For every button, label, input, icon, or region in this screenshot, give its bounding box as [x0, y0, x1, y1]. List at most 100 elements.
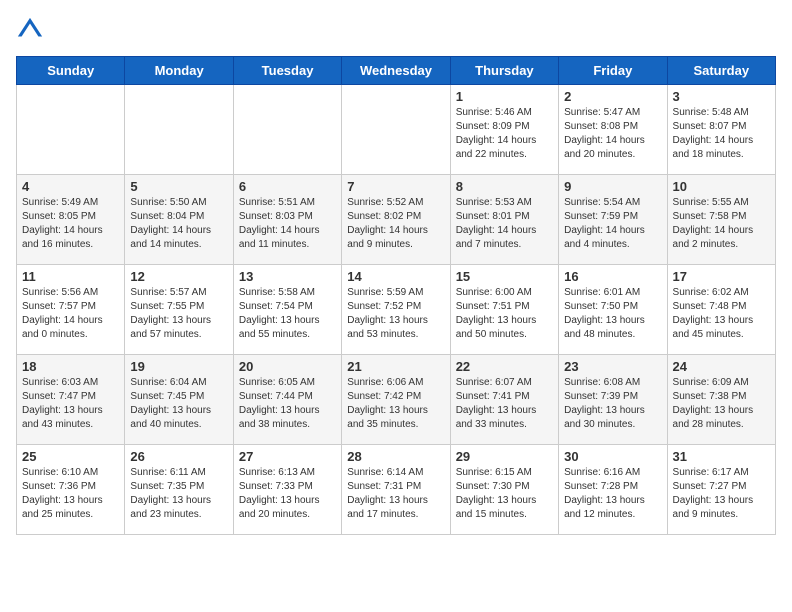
day-info: Sunrise: 6:01 AM Sunset: 7:50 PM Dayligh… — [564, 286, 661, 342]
calendar-cell: 10 Sunrise: 5:55 AM Sunset: 7:58 PM Dayli… — [667, 175, 775, 265]
calendar-cell: 25 Sunrise: 6:10 AM Sunset: 7:36 PM Dayli… — [17, 445, 125, 535]
day-info: Sunrise: 5:52 AM Sunset: 8:02 PM Dayligh… — [347, 196, 444, 252]
day-info: Sunrise: 6:05 AM Sunset: 7:44 PM Dayligh… — [239, 376, 336, 432]
day-number: 8 — [456, 179, 553, 194]
calendar-cell: 20 Sunrise: 6:05 AM Sunset: 7:44 PM Dayli… — [233, 355, 341, 445]
calendar-cell: 19 Sunrise: 6:04 AM Sunset: 7:45 PM Dayli… — [125, 355, 233, 445]
calendar-cell: 17 Sunrise: 6:02 AM Sunset: 7:48 PM Dayli… — [667, 265, 775, 355]
day-number: 28 — [347, 449, 444, 464]
day-number: 7 — [347, 179, 444, 194]
week-row-3: 11 Sunrise: 5:56 AM Sunset: 7:57 PM Dayli… — [17, 265, 776, 355]
day-number: 14 — [347, 269, 444, 284]
day-info: Sunrise: 5:49 AM Sunset: 8:05 PM Dayligh… — [22, 196, 119, 252]
week-row-4: 18Sunrise: 6:03 AM Sunset: 7:47 PM Dayli… — [17, 355, 776, 445]
calendar-cell — [233, 85, 341, 175]
day-info: Sunrise: 5:58 AM Sunset: 7:54 PM Dayligh… — [239, 286, 336, 342]
calendar-cell: 13 Sunrise: 5:58 AM Sunset: 7:54 PM Dayli… — [233, 265, 341, 355]
calendar-cell: 30 Sunrise: 6:16 AM Sunset: 7:28 PM Dayli… — [559, 445, 667, 535]
calendar-header: SundayMondayTuesdayWednesdayThursdayFrid… — [17, 57, 776, 85]
day-info: Sunrise: 6:09 AM Sunset: 7:38 PM Dayligh… — [673, 376, 770, 432]
day-info: Sunrise: 6:16 AM Sunset: 7:28 PM Dayligh… — [564, 466, 661, 522]
day-info: Sunrise: 5:59 AM Sunset: 7:52 PM Dayligh… — [347, 286, 444, 342]
header-monday: Monday — [125, 57, 233, 85]
day-info: Sunrise: 6:13 AM Sunset: 7:33 PM Dayligh… — [239, 466, 336, 522]
calendar-cell: 27Sunrise: 6:13 AM Sunset: 7:33 PM Dayli… — [233, 445, 341, 535]
calendar-cell: 1 Sunrise: 5:46 AM Sunset: 8:09 PM Daylig… — [450, 85, 558, 175]
calendar-cell: 16 Sunrise: 6:01 AM Sunset: 7:50 PM Dayli… — [559, 265, 667, 355]
day-info: Sunrise: 5:56 AM Sunset: 7:57 PM Dayligh… — [22, 286, 119, 342]
day-info: Sunrise: 5:53 AM Sunset: 8:01 PM Dayligh… — [456, 196, 553, 252]
day-info: Sunrise: 5:57 AM Sunset: 7:55 PM Dayligh… — [130, 286, 227, 342]
day-number: 24 — [673, 359, 770, 374]
calendar-cell — [17, 85, 125, 175]
calendar-cell: 11 Sunrise: 5:56 AM Sunset: 7:57 PM Dayli… — [17, 265, 125, 355]
header-wednesday: Wednesday — [342, 57, 450, 85]
day-info: Sunrise: 5:55 AM Sunset: 7:58 PM Dayligh… — [673, 196, 770, 252]
day-info: Sunrise: 5:51 AM Sunset: 8:03 PM Dayligh… — [239, 196, 336, 252]
day-number: 4 — [22, 179, 119, 194]
calendar-cell: 2Sunrise: 5:47 AM Sunset: 8:08 PM Daylig… — [559, 85, 667, 175]
calendar-cell: 14 Sunrise: 5:59 AM Sunset: 7:52 PM Dayli… — [342, 265, 450, 355]
day-number: 17 — [673, 269, 770, 284]
day-number: 22 — [456, 359, 553, 374]
day-number: 6 — [239, 179, 336, 194]
calendar-cell: 29 Sunrise: 6:15 AM Sunset: 7:30 PM Dayli… — [450, 445, 558, 535]
day-info: Sunrise: 6:15 AM Sunset: 7:30 PM Dayligh… — [456, 466, 553, 522]
day-info: Sunrise: 6:08 AM Sunset: 7:39 PM Dayligh… — [564, 376, 661, 432]
calendar-cell: 7 Sunrise: 5:52 AM Sunset: 8:02 PM Daylig… — [342, 175, 450, 265]
day-number: 19 — [130, 359, 227, 374]
calendar-cell: 22 Sunrise: 6:07 AM Sunset: 7:41 PM Dayli… — [450, 355, 558, 445]
week-row-1: 1 Sunrise: 5:46 AM Sunset: 8:09 PM Daylig… — [17, 85, 776, 175]
day-number: 5 — [130, 179, 227, 194]
calendar-body: 1 Sunrise: 5:46 AM Sunset: 8:09 PM Daylig… — [17, 85, 776, 535]
header-tuesday: Tuesday — [233, 57, 341, 85]
header-sunday: Sunday — [17, 57, 125, 85]
day-info: Sunrise: 5:46 AM Sunset: 8:09 PM Dayligh… — [456, 106, 553, 162]
day-info: Sunrise: 6:10 AM Sunset: 7:36 PM Dayligh… — [22, 466, 119, 522]
day-number: 31 — [673, 449, 770, 464]
day-number: 26 — [130, 449, 227, 464]
calendar-cell: 5Sunrise: 5:50 AM Sunset: 8:04 PM Daylig… — [125, 175, 233, 265]
day-number: 21 — [347, 359, 444, 374]
day-info: Sunrise: 6:14 AM Sunset: 7:31 PM Dayligh… — [347, 466, 444, 522]
day-number: 13 — [239, 269, 336, 284]
calendar-cell: 26 Sunrise: 6:11 AM Sunset: 7:35 PM Dayli… — [125, 445, 233, 535]
day-number: 1 — [456, 89, 553, 104]
day-info: Sunrise: 5:54 AM Sunset: 7:59 PM Dayligh… — [564, 196, 661, 252]
week-row-5: 25 Sunrise: 6:10 AM Sunset: 7:36 PM Dayli… — [17, 445, 776, 535]
calendar-cell: 31 Sunrise: 6:17 AM Sunset: 7:27 PM Dayli… — [667, 445, 775, 535]
day-info: Sunrise: 6:06 AM Sunset: 7:42 PM Dayligh… — [347, 376, 444, 432]
day-number: 10 — [673, 179, 770, 194]
day-number: 18 — [22, 359, 119, 374]
day-number: 25 — [22, 449, 119, 464]
calendar-cell: 23 Sunrise: 6:08 AM Sunset: 7:39 PM Dayli… — [559, 355, 667, 445]
day-info: Sunrise: 6:11 AM Sunset: 7:35 PM Dayligh… — [130, 466, 227, 522]
day-info: Sunrise: 6:02 AM Sunset: 7:48 PM Dayligh… — [673, 286, 770, 342]
calendar-cell — [125, 85, 233, 175]
day-info: Sunrise: 5:48 AM Sunset: 8:07 PM Dayligh… — [673, 106, 770, 162]
calendar-cell: 12Sunrise: 5:57 AM Sunset: 7:55 PM Dayli… — [125, 265, 233, 355]
calendar-cell — [342, 85, 450, 175]
day-number: 29 — [456, 449, 553, 464]
day-number: 11 — [22, 269, 119, 284]
day-number: 15 — [456, 269, 553, 284]
day-number: 20 — [239, 359, 336, 374]
calendar-cell: 4 Sunrise: 5:49 AM Sunset: 8:05 PM Daylig… — [17, 175, 125, 265]
logo-icon — [16, 16, 44, 44]
day-info: Sunrise: 6:04 AM Sunset: 7:45 PM Dayligh… — [130, 376, 227, 432]
calendar-cell: 18Sunrise: 6:03 AM Sunset: 7:47 PM Dayli… — [17, 355, 125, 445]
day-number: 30 — [564, 449, 661, 464]
calendar-cell: 21 Sunrise: 6:06 AM Sunset: 7:42 PM Dayli… — [342, 355, 450, 445]
week-row-2: 4 Sunrise: 5:49 AM Sunset: 8:05 PM Daylig… — [17, 175, 776, 265]
calendar-cell: 9 Sunrise: 5:54 AM Sunset: 7:59 PM Daylig… — [559, 175, 667, 265]
day-info: Sunrise: 5:47 AM Sunset: 8:08 PM Dayligh… — [564, 106, 661, 162]
day-number: 9 — [564, 179, 661, 194]
day-number: 23 — [564, 359, 661, 374]
header-row: SundayMondayTuesdayWednesdayThursdayFrid… — [17, 57, 776, 85]
calendar-table: SundayMondayTuesdayWednesdayThursdayFrid… — [16, 56, 776, 535]
calendar-cell: 3Sunrise: 5:48 AM Sunset: 8:07 PM Daylig… — [667, 85, 775, 175]
calendar-cell: 6 Sunrise: 5:51 AM Sunset: 8:03 PM Daylig… — [233, 175, 341, 265]
day-info: Sunrise: 6:17 AM Sunset: 7:27 PM Dayligh… — [673, 466, 770, 522]
day-info: Sunrise: 6:07 AM Sunset: 7:41 PM Dayligh… — [456, 376, 553, 432]
day-number: 16 — [564, 269, 661, 284]
